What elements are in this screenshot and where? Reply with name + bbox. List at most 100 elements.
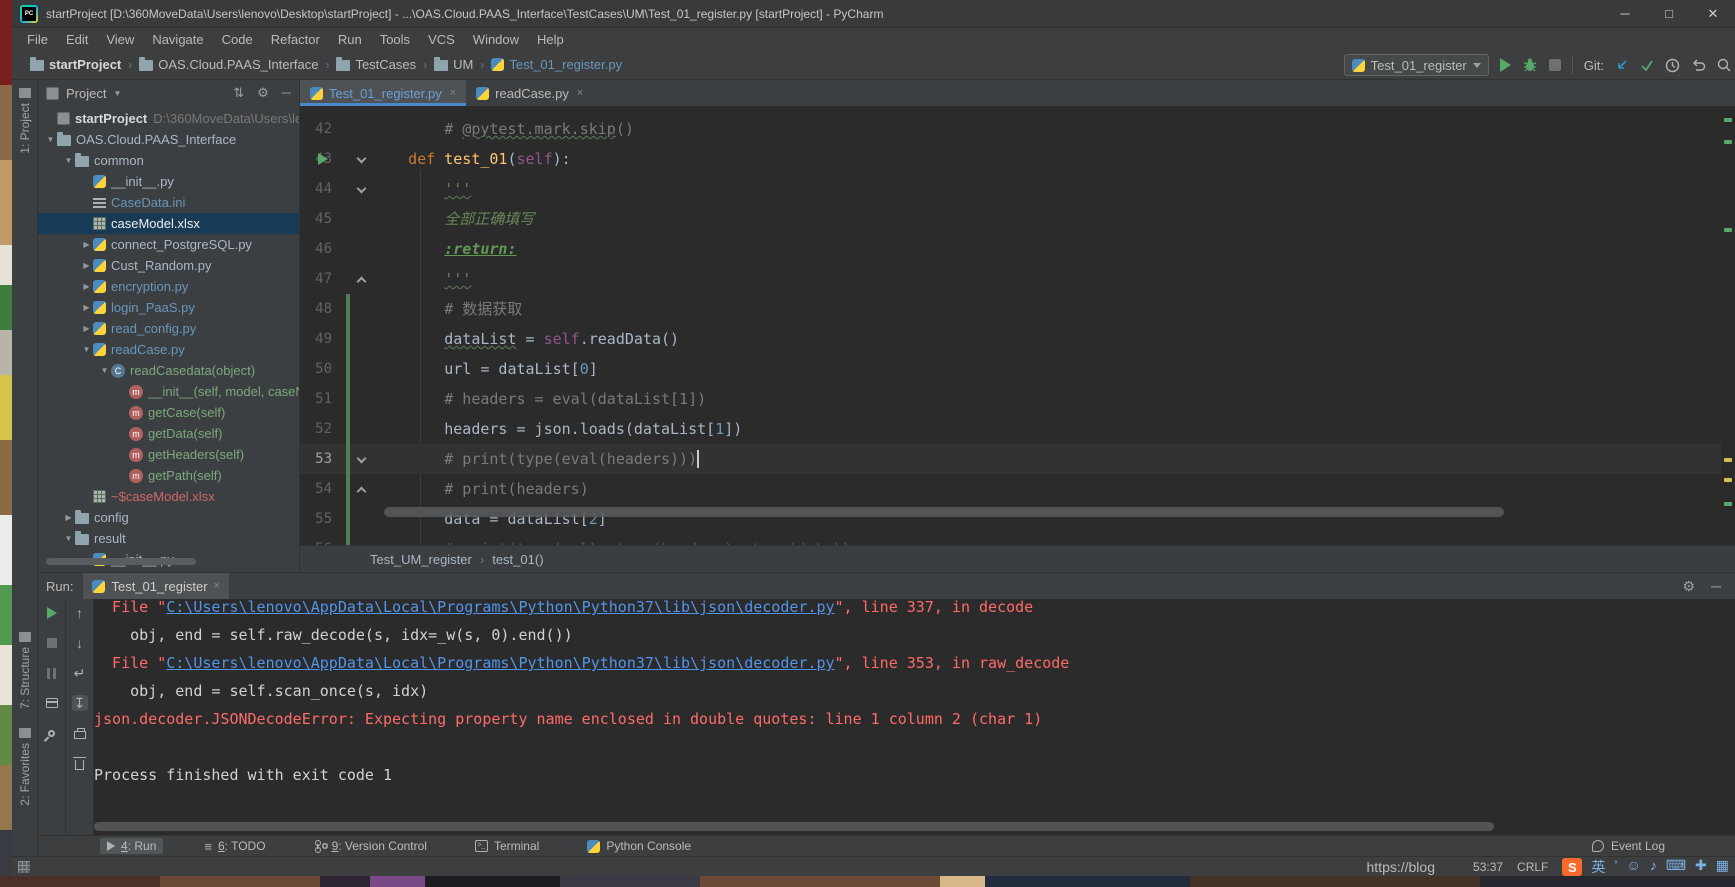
clear-console-icon[interactable] [72, 755, 88, 771]
breadcrumb-item[interactable]: UM [434, 57, 473, 72]
tree-item[interactable]: ▶Cust_Random.py [38, 255, 299, 276]
sidebar-item-project[interactable]: 1: Project [12, 88, 38, 154]
menu-run[interactable]: Run [329, 32, 371, 47]
chevron-right-icon[interactable]: ▶ [80, 324, 93, 333]
chevron-down-icon[interactable]: ▼ [62, 156, 75, 165]
fold-marker-icon[interactable] [357, 487, 367, 497]
hide-panel-icon[interactable]: ─ [282, 85, 291, 101]
menu-navigate[interactable]: Navigate [143, 32, 212, 47]
menu-file[interactable]: File [18, 32, 57, 47]
close-button[interactable]: ✕ [1691, 0, 1735, 28]
scroll-to-end-icon[interactable]: ↧ [72, 695, 88, 711]
minimize-button[interactable]: ─ [1603, 0, 1647, 28]
fold-marker-icon[interactable] [357, 154, 367, 164]
menu-tools[interactable]: Tools [371, 32, 419, 47]
tree-item[interactable]: ▼OAS.Cloud.PAAS_Interface [38, 129, 299, 150]
code-line[interactable]: 45 全部正确填写 [300, 204, 1721, 234]
ime-icon-0[interactable]: 英 [1591, 857, 1605, 877]
code-line[interactable]: 54 # print(headers) [300, 474, 1721, 504]
tree-item[interactable]: m__init__(self, model, caseNum) [38, 381, 299, 402]
tree-item[interactable]: mgetData(self) [38, 423, 299, 444]
fold-marker-icon[interactable] [357, 184, 367, 194]
gear-icon[interactable]: ⚙ [1683, 578, 1696, 595]
breadcrumb-item[interactable]: startProject [30, 57, 121, 72]
code-line[interactable]: 44 ''' [300, 174, 1721, 204]
collapse-all-icon[interactable]: ⇅ [233, 85, 244, 101]
run-test-icon[interactable] [318, 153, 328, 165]
breadcrumb-item[interactable]: Test_01_register.py [491, 57, 622, 72]
code-line[interactable]: 51 # headers = eval(dataList[1]) [300, 384, 1721, 414]
tab-test_01_register-py[interactable]: Test_01_register.py× [300, 80, 466, 106]
ime-icon-6[interactable]: ▦ [1716, 857, 1729, 877]
toolwindow-button-python-console[interactable]: Python Console [580, 838, 698, 854]
git-commit-icon[interactable] [1640, 58, 1654, 72]
soft-wrap-icon[interactable]: ↵ [72, 665, 88, 681]
run-tab[interactable]: Test_01_register × [83, 573, 229, 599]
console-horizontal-scrollbar[interactable] [94, 822, 1494, 831]
fold-marker-icon[interactable] [357, 277, 367, 287]
editor-horizontal-scrollbar[interactable] [384, 507, 1504, 517]
gear-icon[interactable]: ⚙ [257, 85, 269, 101]
up-stack-trace-icon[interactable]: ↑ [72, 605, 88, 621]
chevron-right-icon[interactable]: ▶ [80, 261, 93, 270]
tree-item[interactable]: ▼CreadCasedata(object) [38, 360, 299, 381]
chevron-down-icon[interactable]: ▼ [98, 366, 111, 375]
stacktrace-link[interactable]: C:\Users\lenovo\AppData\Local\Programs\P… [166, 654, 834, 672]
menu-refactor[interactable]: Refactor [262, 32, 329, 47]
event-log-button[interactable]: Event Log [1592, 839, 1665, 853]
debug-button[interactable] [1522, 57, 1538, 73]
tree-item[interactable]: mgetCase(self) [38, 402, 299, 423]
code-line[interactable]: 43 def test_01(self): [300, 144, 1721, 174]
breadcrumb-item[interactable]: TestCases [336, 57, 416, 72]
stop-button[interactable] [1549, 59, 1561, 71]
ime-icon-1[interactable]: ’ [1614, 857, 1617, 877]
close-icon[interactable]: × [450, 87, 456, 99]
menu-help[interactable]: Help [528, 32, 573, 47]
menu-window[interactable]: Window [464, 32, 528, 47]
tree-item[interactable]: ▶config [38, 507, 299, 528]
pause-button[interactable] [44, 665, 60, 681]
code-line[interactable]: 46 :return: [300, 234, 1721, 264]
code-line[interactable]: 49 dataList = self.readData() [300, 324, 1721, 354]
console-output[interactable]: File "C:\Users\lenovo\AppData\Local\Prog… [94, 599, 1735, 835]
ime-icon-4[interactable]: ⌨ [1666, 857, 1686, 877]
line-ending[interactable]: CRLF [1517, 860, 1548, 874]
menu-code[interactable]: Code [213, 32, 262, 47]
search-icon[interactable] [1717, 58, 1731, 72]
rerun-button[interactable] [44, 605, 60, 621]
tree-item[interactable]: mgetPath(self) [38, 465, 299, 486]
code-line[interactable]: 52 headers = json.loads(dataList[1]) [300, 414, 1721, 444]
stop-button[interactable] [44, 635, 60, 651]
run-configuration-select[interactable]: Test_01_register [1344, 54, 1489, 76]
tree-item[interactable]: CaseData.ini [38, 192, 299, 213]
ime-icon-5[interactable]: ✚ [1695, 857, 1707, 877]
tab-readcase-py[interactable]: readCase.py× [466, 80, 593, 106]
run-button[interactable] [1500, 58, 1511, 72]
code-line[interactable]: 50 url = dataList[0] [300, 354, 1721, 384]
code-area[interactable]: 42 # @pytest.mark.skip()43 def test_01(s… [300, 106, 1721, 545]
chevron-right-icon[interactable]: ▶ [80, 240, 93, 249]
tree-item[interactable]: ~$caseModel.xlsx [38, 486, 299, 507]
history-icon[interactable] [1665, 58, 1680, 73]
tree-item[interactable]: ▶encryption.py [38, 276, 299, 297]
sidebar-item-structure[interactable]: 7: Structure [12, 632, 38, 709]
ime-icon-2[interactable]: ☺ [1627, 857, 1641, 877]
toolwindow-button-9-version-control[interactable]: 9: Version Control [307, 838, 434, 854]
ime-icon-3[interactable]: ♪ [1650, 857, 1657, 877]
breadcrumb-class[interactable]: Test_UM_register [370, 552, 472, 567]
stacktrace-link[interactable]: C:\Users\lenovo\AppData\Local\Programs\P… [166, 599, 834, 616]
rollback-icon[interactable] [1691, 58, 1706, 73]
tree-item[interactable]: ▼readCase.py [38, 339, 299, 360]
breadcrumb-method[interactable]: test_01() [492, 552, 543, 567]
tree-item[interactable]: ▶connect_PostgreSQL.py [38, 234, 299, 255]
fold-marker-icon[interactable] [357, 454, 367, 464]
tree-item[interactable]: mgetHeaders(self) [38, 444, 299, 465]
menu-edit[interactable]: Edit [57, 32, 97, 47]
tree-item[interactable]: ▼common [38, 150, 299, 171]
print-icon[interactable] [72, 725, 88, 741]
project-scrollbar[interactable] [46, 558, 196, 565]
chevron-down-icon[interactable]: ▼ [62, 534, 75, 543]
code-line[interactable]: 42 # @pytest.mark.skip() [300, 114, 1721, 144]
breadcrumb-item[interactable]: OAS.Cloud.PAAS_Interface [139, 57, 318, 72]
code-line[interactable]: 56 # print(type(url), type(headers), typ… [300, 534, 1721, 545]
